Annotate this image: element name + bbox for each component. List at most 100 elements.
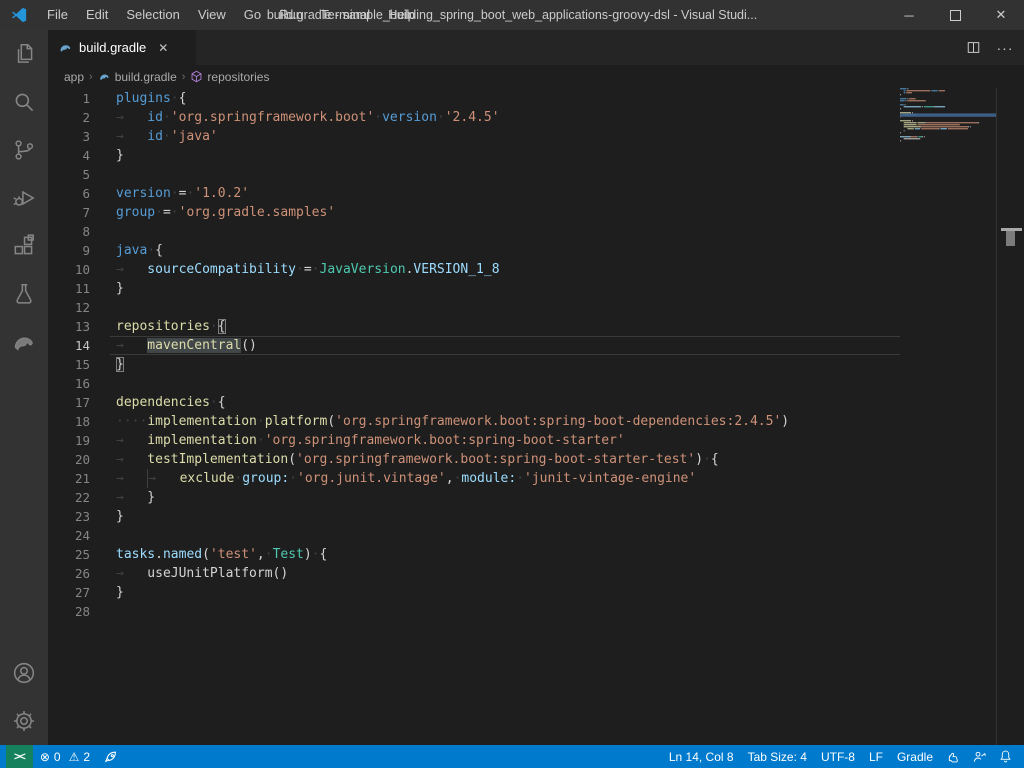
code-line[interactable]: tasks.named('test',·Test)·{ — [110, 545, 900, 564]
vscode-logo-icon[interactable] — [0, 0, 38, 30]
line-number[interactable]: 8 — [48, 222, 110, 241]
line-number[interactable]: 24 — [48, 526, 110, 545]
code-token: 'test' — [210, 547, 257, 562]
sidebar-item-gradle[interactable] — [0, 318, 48, 366]
code-line[interactable]: →useJUnitPlatform() — [110, 564, 900, 583]
code-line[interactable]: →id·'org.springframework.boot'·version·'… — [110, 108, 900, 127]
code-line[interactable]: →id·'java' — [110, 127, 900, 146]
line-number[interactable]: 15 — [48, 355, 110, 374]
code-line[interactable] — [110, 526, 900, 545]
remote-indicator[interactable]: >< — [6, 745, 33, 768]
scrollbar-overview-ruler[interactable] — [996, 88, 1024, 745]
menu-selection[interactable]: Selection — [117, 0, 188, 30]
code-line[interactable]: plugins·{ — [110, 89, 900, 108]
status-cursor-position[interactable]: Ln 14, Col 8 — [662, 745, 741, 768]
line-number[interactable]: 23 — [48, 507, 110, 526]
line-number[interactable]: 3 — [48, 127, 110, 146]
menu-file[interactable]: File — [38, 0, 77, 30]
settings-button[interactable] — [0, 697, 48, 745]
minimap[interactable] — [900, 88, 996, 745]
menu-go[interactable]: Go — [235, 0, 270, 30]
code-line[interactable]: →→exclude·group:·'org.junit.vintage',·mo… — [110, 469, 900, 488]
code-line[interactable]: →sourceCompatibility·=·JavaVersion.VERSI… — [110, 260, 900, 279]
gradle-status-button[interactable] — [940, 745, 966, 768]
menu-edit[interactable]: Edit — [77, 0, 117, 30]
line-number[interactable]: 10 — [48, 260, 110, 279]
line-number[interactable]: 6 — [48, 184, 110, 203]
code-line[interactable]: java·{ — [110, 241, 900, 260]
code-line[interactable]: ····implementation·platform('org.springf… — [110, 412, 900, 431]
line-number[interactable]: 4 — [48, 146, 110, 165]
close-button[interactable]: ✕ — [978, 0, 1024, 30]
status-eol[interactable]: LF — [862, 745, 890, 768]
line-number[interactable]: 9 — [48, 241, 110, 260]
line-number[interactable]: 2 — [48, 108, 110, 127]
line-number[interactable]: 25 — [48, 545, 110, 564]
status-encoding[interactable]: UTF-8 — [814, 745, 862, 768]
line-number[interactable]: 21 — [48, 469, 110, 488]
sidebar-item-run-and-debug[interactable] — [0, 174, 48, 222]
code-line[interactable]: →implementation·'org.springframework.boo… — [110, 431, 900, 450]
status-language-mode[interactable]: Gradle — [890, 745, 940, 768]
code-token: ( — [288, 452, 296, 467]
code-line[interactable]: } — [110, 507, 900, 526]
line-number[interactable]: 11 — [48, 279, 110, 298]
code-line[interactable]: } — [110, 279, 900, 298]
code-line[interactable] — [110, 222, 900, 241]
line-number[interactable]: 27 — [48, 583, 110, 602]
code-line[interactable]: } — [110, 355, 900, 374]
breadcrumb-item-app[interactable]: app — [64, 70, 84, 84]
line-number[interactable]: 20 — [48, 450, 110, 469]
code-line[interactable] — [110, 298, 900, 317]
code-line[interactable]: version·=·'1.0.2' — [110, 184, 900, 203]
code-line[interactable] — [110, 374, 900, 393]
accounts-button[interactable] — [0, 649, 48, 697]
line-number[interactable]: 18 — [48, 412, 110, 431]
breadcrumb-item-build-gradle[interactable]: build.gradle — [98, 70, 177, 84]
line-number[interactable]: 17 — [48, 393, 110, 412]
code-line[interactable]: } — [110, 583, 900, 602]
sidebar-item-extensions[interactable] — [0, 222, 48, 270]
editor-content[interactable]: plugins·{→id·'org.springframework.boot'·… — [110, 89, 900, 621]
line-number[interactable]: 7 — [48, 203, 110, 222]
sidebar-item-source-control[interactable] — [0, 126, 48, 174]
feedback-button[interactable] — [966, 745, 992, 768]
tab-whitespace-marker: → — [116, 488, 147, 507]
sidebar-item-explorer[interactable] — [0, 30, 48, 78]
tab-build-gradle[interactable]: build.gradle ✕ — [48, 30, 196, 65]
line-number[interactable]: 16 — [48, 374, 110, 393]
menu-view[interactable]: View — [189, 0, 235, 30]
line-number[interactable]: 1 — [48, 89, 110, 108]
problems-status[interactable]: ⊗ 0 ⚠ 2 — [33, 745, 97, 768]
line-number[interactable]: 28 — [48, 602, 110, 621]
more-actions-button[interactable]: ··· — [994, 37, 1016, 59]
code-line[interactable] — [110, 602, 900, 621]
code-line[interactable]: dependencies·{ — [110, 393, 900, 412]
line-number[interactable]: 5 — [48, 165, 110, 184]
breadcrumb-item-repositories[interactable]: repositories — [190, 70, 269, 84]
code-line[interactable]: repositories·{ — [110, 317, 900, 336]
status-tab-size[interactable]: Tab Size: 4 — [741, 745, 814, 768]
code-line[interactable]: →} — [110, 488, 900, 507]
sidebar-item-testing[interactable] — [0, 270, 48, 318]
tab-close-icon[interactable]: ✕ — [154, 39, 172, 57]
code-line[interactable]: →mavenCentral() — [110, 336, 900, 355]
minimize-button[interactable]: ─ — [886, 0, 932, 30]
code-line[interactable]: group·=·'org.gradle.samples' — [110, 203, 900, 222]
line-number[interactable]: 22 — [48, 488, 110, 507]
code-line[interactable] — [110, 165, 900, 184]
line-number[interactable]: 19 — [48, 431, 110, 450]
maximize-button[interactable] — [932, 0, 978, 30]
line-number[interactable]: 13 — [48, 317, 110, 336]
code-editor[interactable]: 1234567891011121314151617181920212223242… — [48, 88, 1024, 745]
java-status[interactable] — [97, 745, 125, 768]
line-number[interactable]: 12 — [48, 298, 110, 317]
split-editor-button[interactable] — [962, 37, 984, 59]
code-token: 'org.springframework.boot:spring-boot-st… — [265, 433, 625, 448]
sidebar-item-search[interactable] — [0, 78, 48, 126]
notifications-button[interactable] — [992, 745, 1018, 768]
code-line[interactable]: →testImplementation('org.springframework… — [110, 450, 900, 469]
line-number[interactable]: 26 — [48, 564, 110, 583]
code-line[interactable]: } — [110, 146, 900, 165]
line-number[interactable]: 14 — [48, 336, 110, 355]
